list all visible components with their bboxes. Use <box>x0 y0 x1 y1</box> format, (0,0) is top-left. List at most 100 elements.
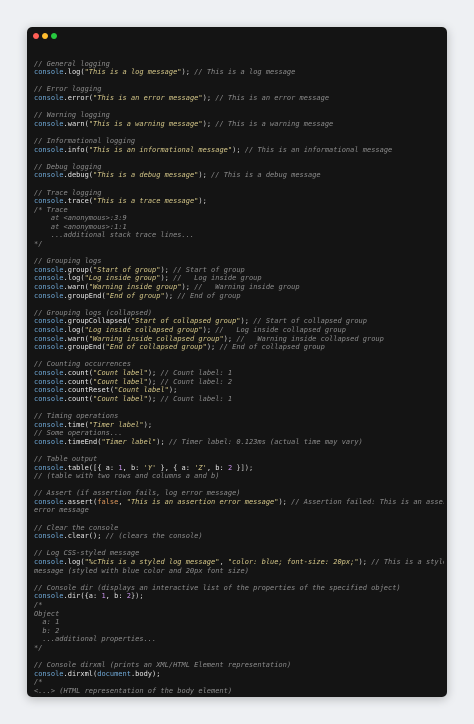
code-token: .count( <box>63 394 94 403</box>
close-window-button[interactable] <box>33 33 39 39</box>
code-line: // Console dir (displays an interactive … <box>34 584 444 593</box>
code-token: .trace( <box>63 197 94 206</box>
code-token: // Counting occurrences <box>34 360 131 369</box>
code-token: // Informational logging <box>34 136 136 145</box>
code-token: // Console dirxml (prints an XML/HTML El… <box>34 661 292 670</box>
code-token: */ <box>34 240 43 249</box>
code-token: .warn( <box>63 334 89 343</box>
code-token: console <box>34 68 64 77</box>
code-line: /* <box>34 601 444 610</box>
code-token: "Count label" <box>93 368 148 377</box>
code-token: // Clear the console <box>34 523 119 532</box>
code-token: .log( <box>63 274 85 283</box>
code-token: // Some operations... <box>34 429 123 438</box>
code-token: ); <box>181 283 195 292</box>
code-token: // This is an error message <box>215 93 330 102</box>
code-token: /* Trace <box>34 205 68 214</box>
code-line: // (table with two rows and columns a an… <box>34 472 444 481</box>
code-token: ); <box>198 171 212 180</box>
code-token: .clear(); <box>63 532 106 541</box>
code-token: .dirxml( <box>63 669 98 678</box>
code-token: ); <box>147 368 161 377</box>
code-token: console <box>34 558 64 567</box>
code-token: at <anonymous>:1:1 <box>34 222 127 231</box>
window-titlebar <box>27 27 447 47</box>
code-token: ); <box>168 386 178 395</box>
code-token: 'Y' <box>143 463 157 472</box>
code-line: // Grouping logs (collapsed) <box>34 309 444 318</box>
code-token: ); <box>198 197 207 206</box>
code-token: ); <box>358 558 372 567</box>
code-line: ...additional properties... <box>34 635 444 644</box>
code-token: }]); <box>232 463 254 472</box>
code-line: // Console dirxml (prints an XML/HTML El… <box>34 661 444 670</box>
code-token: .countReset( <box>63 386 115 395</box>
code-token: // (clears the console) <box>105 532 203 541</box>
code-line: console.count("Count label"); // Count l… <box>34 369 444 378</box>
code-token: console <box>34 119 64 128</box>
code-token: .log( <box>63 326 85 334</box>
code-line: at <anonymous>:3:9 <box>34 214 444 223</box>
code-line: console.log("Log inside collapsed group"… <box>34 326 444 335</box>
code-token: ); <box>232 145 245 154</box>
code-token: ); <box>202 93 216 102</box>
code-line: ...additional stack trace lines... <box>34 231 444 240</box>
code-token: /* <box>34 678 43 687</box>
code-token: ); <box>147 377 161 386</box>
code-token: console <box>34 386 64 395</box>
code-token: .groupEnd( <box>63 291 106 300</box>
code-token: ); <box>223 334 237 343</box>
code-token: // This is a warning message <box>215 119 334 128</box>
code-token: .info( <box>63 145 89 154</box>
code-token: document <box>97 669 131 678</box>
code-token: }); <box>130 592 144 601</box>
code-token: "Start of group" <box>93 265 161 274</box>
code-token: ...additional stack trace lines... <box>34 231 195 240</box>
code-token: "Warning inside collapsed group" <box>88 334 224 343</box>
code-token: "color: blue; font-size: 20px;" <box>227 558 359 567</box>
code-line: console.time("Timer label"); <box>34 421 444 430</box>
code-line: console.assert(false, "This is an assert… <box>34 498 444 507</box>
code-line: a: 1 <box>34 618 444 627</box>
code-token: console <box>34 592 64 601</box>
code-line: console.count("Count label"); // Count l… <box>34 395 444 404</box>
code-line: console.groupEnd("End of collapsed group… <box>34 343 444 352</box>
code-token: // Debug logging <box>34 162 102 171</box>
code-line: // Assert (if assertion fails, log error… <box>34 489 444 498</box>
code-line: console.groupEnd("End of group"); // End… <box>34 292 444 301</box>
code-token: at <anonymous>:3:9 <box>34 214 127 223</box>
code-line: <...> (HTML representation of the body e… <box>34 687 444 696</box>
code-token: ); <box>156 437 169 446</box>
code-token: // Console dir (displays an interactive … <box>34 583 401 592</box>
code-line: console.warn("Warning inside collapsed g… <box>34 335 444 344</box>
code-line: // General logging <box>34 60 444 69</box>
code-token: // Log CSS-styled message <box>34 549 140 558</box>
code-token: console <box>34 343 64 352</box>
code-token: console <box>34 171 64 180</box>
code-token: console <box>34 145 64 154</box>
code-token: "Log inside collapsed group" <box>84 326 203 334</box>
code-token: console <box>34 197 64 206</box>
code-token: console <box>34 283 64 292</box>
code-token: .assert( <box>63 497 98 506</box>
code-line: console.log("%cThis is a styled log mess… <box>34 558 444 567</box>
maximize-window-button[interactable] <box>51 33 57 39</box>
code-token: }, { a: <box>156 463 195 472</box>
code-token: console <box>34 368 64 377</box>
code-line: // Clear the console <box>34 524 444 533</box>
code-line: console.warn("Warning inside group"); //… <box>34 283 444 292</box>
minimize-window-button[interactable] <box>42 33 48 39</box>
code-line: console.info("This is an informational m… <box>34 146 444 155</box>
code-token: error message <box>34 506 89 515</box>
code-token: console <box>34 532 64 541</box>
code-token: ); <box>181 68 195 77</box>
code-token: .groupEnd( <box>63 343 106 352</box>
code-token: // Start of collapsed group <box>253 317 367 326</box>
code-token: .warn( <box>63 283 89 292</box>
code-token: // Assertion failed: This is an assertio… <box>291 497 444 506</box>
